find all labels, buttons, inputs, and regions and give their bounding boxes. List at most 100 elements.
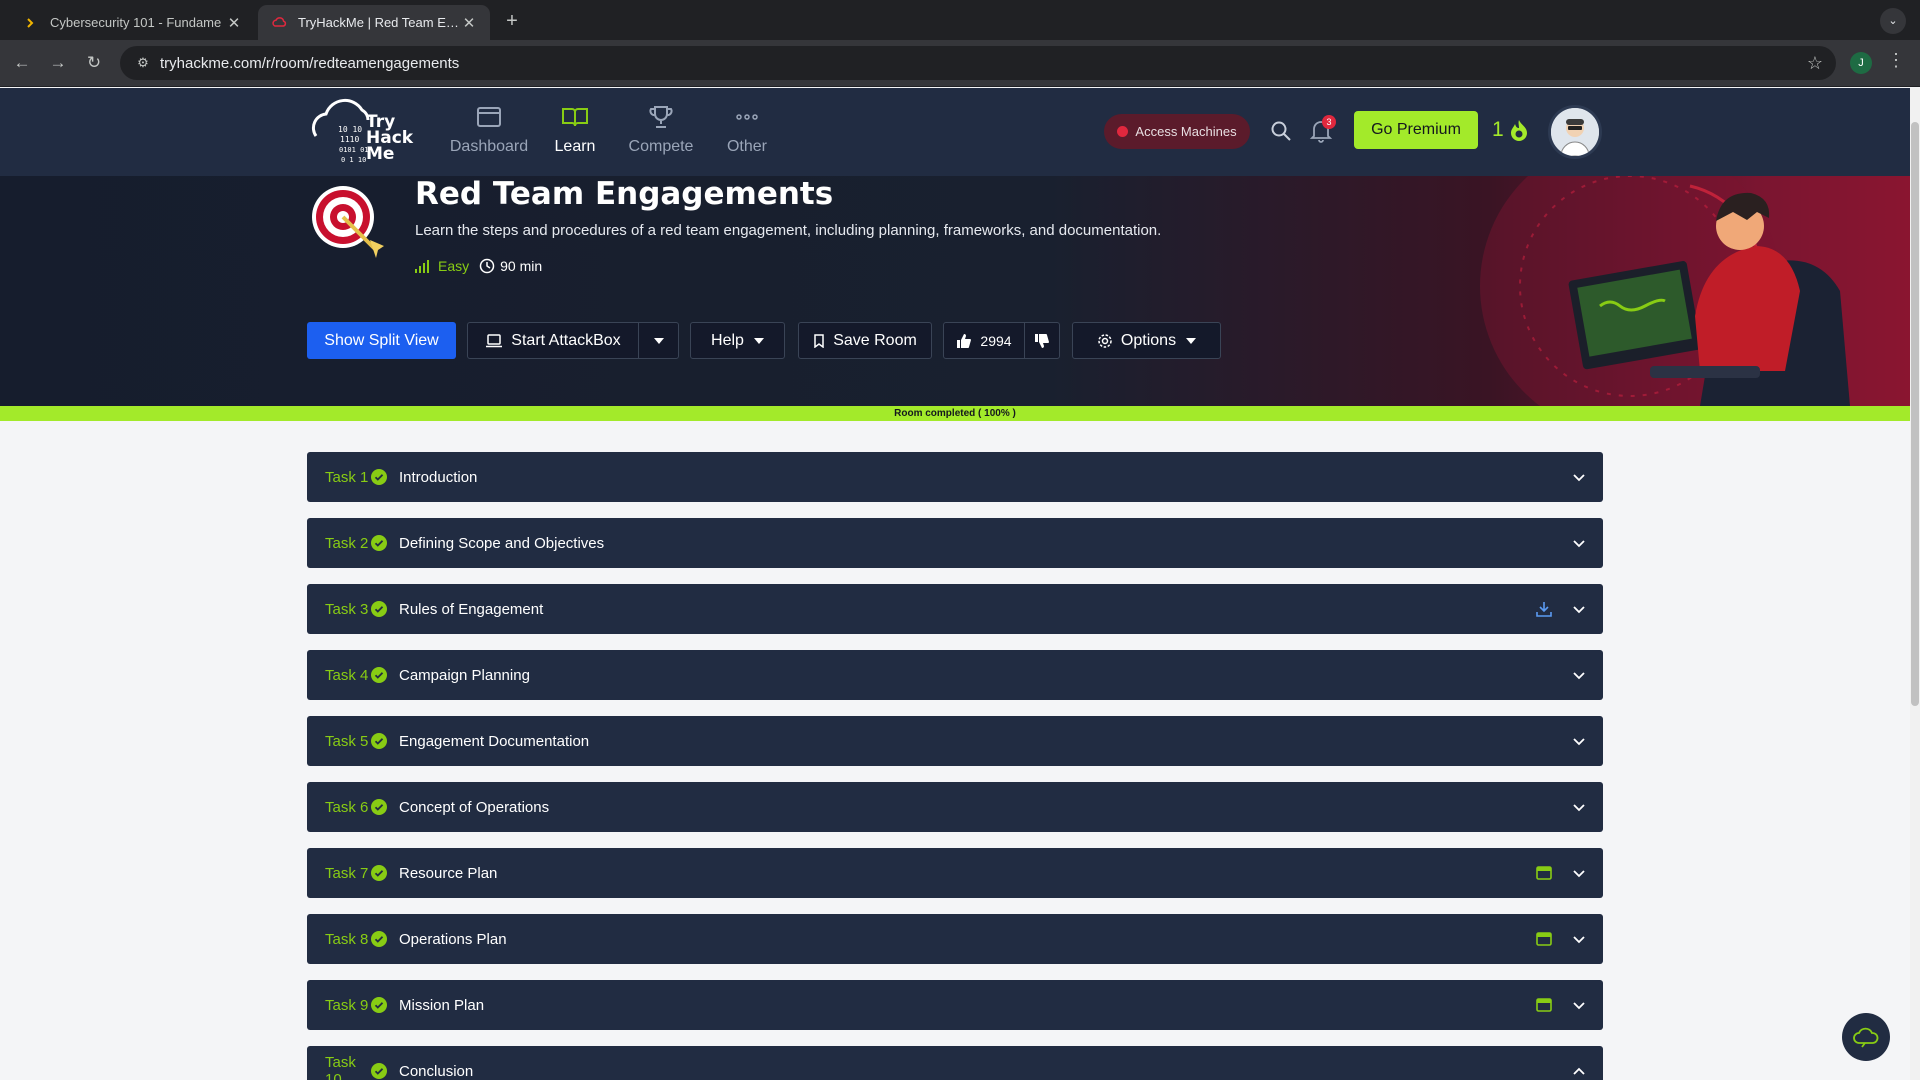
task-number: Task 10: [325, 1054, 356, 1080]
completed-check-icon: [371, 469, 387, 485]
streak-counter[interactable]: 1: [1492, 118, 1530, 142]
room-meta: Easy 90 min: [414, 258, 542, 274]
site-icon[interactable]: [1533, 994, 1555, 1016]
thumbs-down-icon: [1035, 333, 1049, 348]
completed-check-icon: [371, 601, 387, 617]
forward-icon[interactable]: →: [46, 51, 70, 75]
search-icon[interactable]: [1270, 120, 1292, 142]
chevron-down-icon[interactable]: [1571, 865, 1587, 881]
chat-cloud-icon: [1853, 1027, 1879, 1048]
avatar-figure-icon: [1551, 108, 1599, 156]
nav-compete[interactable]: Compete: [618, 102, 704, 156]
chevron-down-icon[interactable]: [1571, 997, 1587, 1013]
task-row[interactable]: Task 10 Conclusion: [307, 1046, 1603, 1080]
chevron-down-icon[interactable]: [1571, 667, 1587, 683]
completed-check-icon: [371, 535, 387, 551]
task-row[interactable]: Task 1 Introduction: [307, 452, 1603, 502]
dislike-button[interactable]: [1024, 322, 1060, 359]
site-settings-icon[interactable]: ⚙: [126, 55, 160, 71]
signal-bars-icon: [415, 260, 429, 273]
task-row[interactable]: Task 2 Defining Scope and Objectives: [307, 518, 1603, 568]
new-tab-icon[interactable]: +: [500, 9, 524, 33]
book-icon: [532, 102, 618, 132]
trophy-icon: [618, 102, 704, 132]
completed-check-icon: [371, 667, 387, 683]
chevron-up-icon[interactable]: [1571, 1063, 1587, 1079]
target-room-icon: [312, 186, 384, 258]
save-room-button[interactable]: Save Room: [798, 322, 932, 359]
site-header: 10 10 1110 0101 01 0 1 10 Try Hack Me Da…: [0, 88, 1910, 176]
chat-button[interactable]: [1842, 1013, 1890, 1061]
task-row[interactable]: Task 9 Mission Plan: [307, 980, 1603, 1030]
task-row[interactable]: Task 5 Engagement Documentation: [307, 716, 1603, 766]
clock-icon: [479, 258, 495, 274]
chevron-down-icon[interactable]: [1571, 931, 1587, 947]
tab-search-chevron-icon[interactable]: ⌄: [1880, 8, 1906, 34]
completed-check-icon: [371, 733, 387, 749]
task-number: Task 1: [325, 468, 369, 486]
browser-tab[interactable]: Cybersecurity 101 - Fundame ✕: [10, 5, 255, 40]
chevron-down-icon[interactable]: [1571, 469, 1587, 485]
tab-title: Cybersecurity 101 - Fundame: [50, 15, 222, 30]
bookmark-star-icon[interactable]: ☆: [1798, 53, 1832, 74]
nav-other[interactable]: Other: [704, 102, 790, 156]
task-number: Task 4: [325, 666, 369, 684]
task-row[interactable]: Task 6 Concept of Operations: [307, 782, 1603, 832]
task-title: Conclusion: [399, 1062, 474, 1080]
completed-check-icon: [371, 931, 387, 947]
nav-learn[interactable]: Learn: [532, 102, 618, 156]
logo-wordmark[interactable]: Try Hack Me: [366, 114, 413, 163]
task-row[interactable]: Task 4 Campaign Planning: [307, 650, 1603, 700]
task-row[interactable]: Task 8 Operations Plan: [307, 914, 1603, 964]
tab-title: TryHackMe | Red Team Engag: [298, 15, 460, 30]
profile-avatar[interactable]: J: [1850, 52, 1872, 74]
attackbox-dropdown-button[interactable]: [638, 322, 679, 359]
task-title: Introduction: [399, 468, 478, 486]
browser-tab-active[interactable]: TryHackMe | Red Team Engag ✕: [258, 5, 490, 40]
access-machines-button[interactable]: Access Machines: [1104, 114, 1250, 149]
start-attackbox-button[interactable]: Start AttackBox: [467, 322, 639, 359]
task-title: Campaign Planning: [399, 666, 530, 684]
browser-menu-icon[interactable]: ⋮: [1886, 50, 1906, 71]
task-number: Task 7: [325, 864, 369, 882]
room-description: Learn the steps and procedures of a red …: [415, 222, 1162, 239]
task-title: Defining Scope and Objectives: [399, 534, 605, 552]
site-icon[interactable]: [1533, 928, 1555, 950]
completed-check-icon: [371, 1063, 387, 1079]
task-row[interactable]: Task 3 Rules of Engagement: [307, 584, 1603, 634]
back-icon[interactable]: ←: [10, 51, 34, 75]
task-title: Mission Plan: [399, 996, 485, 1014]
chevron-down-icon[interactable]: [1571, 799, 1587, 815]
gear-icon: [1098, 333, 1112, 348]
chevron-down-icon[interactable]: [1571, 535, 1587, 551]
dashboard-icon: [446, 102, 532, 132]
help-button[interactable]: Help: [690, 322, 785, 359]
caret-down-icon: [653, 337, 664, 344]
tab-close-icon[interactable]: ✕: [460, 14, 478, 32]
status-dot-icon: [1117, 126, 1129, 137]
like-button[interactable]: 2994: [943, 322, 1025, 359]
site-icon[interactable]: [1533, 862, 1555, 884]
reload-icon[interactable]: ↻: [82, 51, 106, 75]
task-number: Task 3: [325, 600, 369, 618]
task-list: Task 1 Introduction Task 2 Defining Scope a…: [307, 452, 1603, 1080]
browser-tab-strip: Cybersecurity 101 - Fundame ✕ TryHackMe …: [0, 0, 1920, 40]
completed-check-icon: [371, 865, 387, 881]
address-bar: ← → ↻ ⚙ tryhackme.com/r/room/redteamenga…: [0, 40, 1920, 87]
url-text: tryhackme.com/r/room/redteamengagements: [160, 54, 460, 72]
url-input[interactable]: ⚙ tryhackme.com/r/room/redteamengagement…: [120, 46, 1836, 80]
options-button[interactable]: Options: [1072, 322, 1221, 359]
task-row[interactable]: Task 7 Resource Plan: [307, 848, 1603, 898]
chevron-down-icon[interactable]: [1571, 601, 1587, 617]
notification-badge: 3: [1322, 115, 1336, 129]
chevron-down-icon[interactable]: [1571, 733, 1587, 749]
task-title: Resource Plan: [399, 864, 498, 882]
download-icon[interactable]: [1533, 598, 1555, 620]
show-split-view-button[interactable]: Show Split View: [307, 322, 456, 359]
go-premium-button[interactable]: Go Premium: [1354, 111, 1478, 149]
nav-dashboard[interactable]: Dashboard: [446, 102, 532, 156]
tab-close-icon[interactable]: ✕: [225, 14, 243, 32]
main-nav: Dashboard Learn Compete Other: [446, 102, 790, 156]
user-avatar[interactable]: [1548, 105, 1602, 159]
scrollbar-thumb[interactable]: [1911, 122, 1919, 706]
